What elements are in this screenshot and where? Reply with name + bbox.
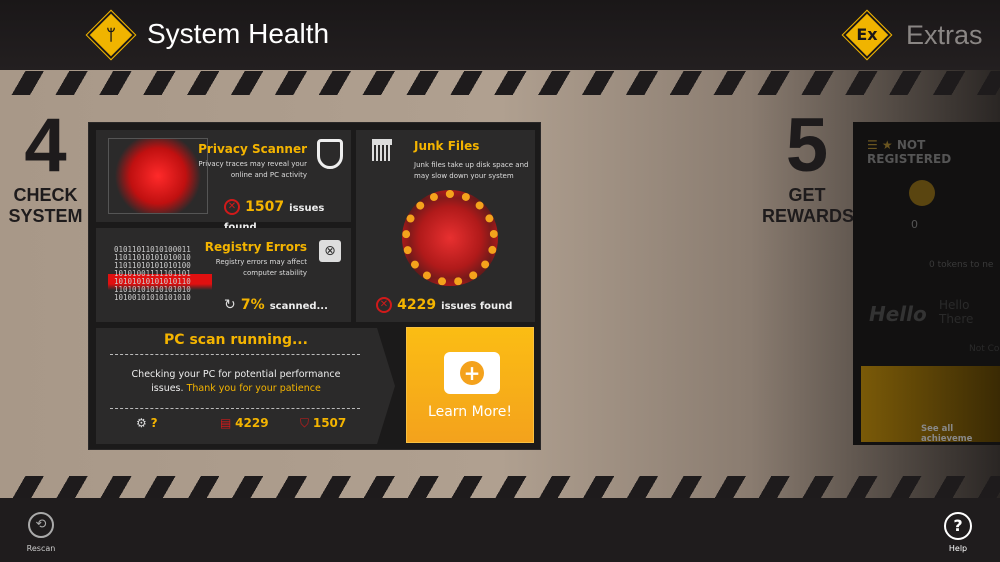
- step-get-rewards: 5 GET REWARDS: [762, 103, 855, 227]
- binary-graphic: 01011011010100011 11011010101010010 110110…: [108, 246, 212, 302]
- connection-status: Not Co: [969, 344, 1000, 354]
- privacy-summary: ⛉ 1507: [300, 416, 347, 430]
- loading-icon: ↻: [224, 297, 236, 313]
- shield-icon: [317, 139, 343, 169]
- registry-progress: ↻ 7% scanned...: [224, 297, 328, 313]
- achievements-button[interactable]: See all achieveme: [861, 366, 1000, 444]
- hello-logo: Hello: [869, 302, 927, 326]
- junk-files-tile[interactable]: Junk Files Junk files take up disk space…: [356, 130, 535, 322]
- system-health-icon: ᛘ: [85, 9, 137, 61]
- privacy-desc: Privacy traces may reveal your online and…: [198, 160, 307, 179]
- registry-errors-tile[interactable]: 01011011010100011 11011010101010010 110110…: [96, 228, 351, 322]
- token-count: 0: [911, 218, 918, 231]
- registry-icon: ⚙: [136, 416, 147, 430]
- junk-result: ✕ 4229 issues found: [376, 294, 512, 313]
- scan-title: PC scan running...: [164, 332, 308, 348]
- privacy-scanner-tile[interactable]: Privacy Scanner Privacy traces may revea…: [96, 130, 351, 233]
- hazard-stripes-top: [0, 71, 1000, 95]
- shredder-icon: ▤: [220, 416, 232, 430]
- first-aid-kit-icon: +: [444, 352, 500, 394]
- rescan-icon[interactable]: ⟲: [28, 512, 54, 538]
- extras-link[interactable]: Extras: [906, 20, 983, 51]
- error-icon: ✕: [376, 296, 392, 313]
- biohazard-graphic: [108, 138, 208, 214]
- help-button[interactable]: Help: [936, 544, 980, 553]
- header: ᛘ System Health Ex Extras: [0, 0, 1000, 70]
- hello-title: Hello There: [939, 298, 974, 326]
- shield-icon: ⛉: [300, 416, 310, 430]
- registry-summary: ⚙ ?: [136, 416, 158, 430]
- registry-title: Registry Errors: [204, 240, 307, 254]
- junk-summary: ▤ 4229: [220, 416, 269, 430]
- step-check-system: 4 CHECK SYSTEM: [8, 103, 83, 227]
- scan-message: Checking your PC for potential performan…: [131, 369, 341, 394]
- shredder-icon: [372, 139, 392, 161]
- tokens-text: 0 tokens to ne: [929, 260, 994, 270]
- scan-status: PC scan running... Checking your PC for …: [96, 328, 395, 444]
- registration-status: ☰ ★ NOT REGISTERED: [867, 138, 952, 166]
- learn-more-label: Learn More!: [428, 404, 512, 420]
- divider: [110, 408, 360, 409]
- error-icon: ✕: [224, 198, 240, 215]
- token-icon: [909, 180, 935, 206]
- page-title: System Health: [147, 18, 330, 49]
- rescan-button[interactable]: Rescan: [18, 544, 64, 553]
- hazard-stripes-bottom: [0, 476, 1000, 500]
- registry-desc: Registry errors may affect computer stabi…: [215, 258, 307, 277]
- app-bar: ⟲ Rescan ? Help: [0, 498, 1000, 562]
- junk-title: Junk Files: [414, 139, 480, 153]
- extras-icon[interactable]: Ex: [841, 9, 893, 61]
- junk-radar-graphic: [402, 190, 498, 286]
- learn-more-button[interactable]: + Learn More!: [406, 327, 534, 443]
- divider: [110, 354, 360, 355]
- junk-desc: Junk files take up disk space and may slo…: [414, 161, 529, 180]
- rewards-panel: ☰ ★ NOT REGISTERED 0 0 tokens to ne Hell…: [853, 122, 1000, 445]
- help-icon[interactable]: ?: [944, 512, 972, 540]
- registry-icon: ⊗: [319, 240, 341, 262]
- privacy-title: Privacy Scanner: [198, 142, 307, 156]
